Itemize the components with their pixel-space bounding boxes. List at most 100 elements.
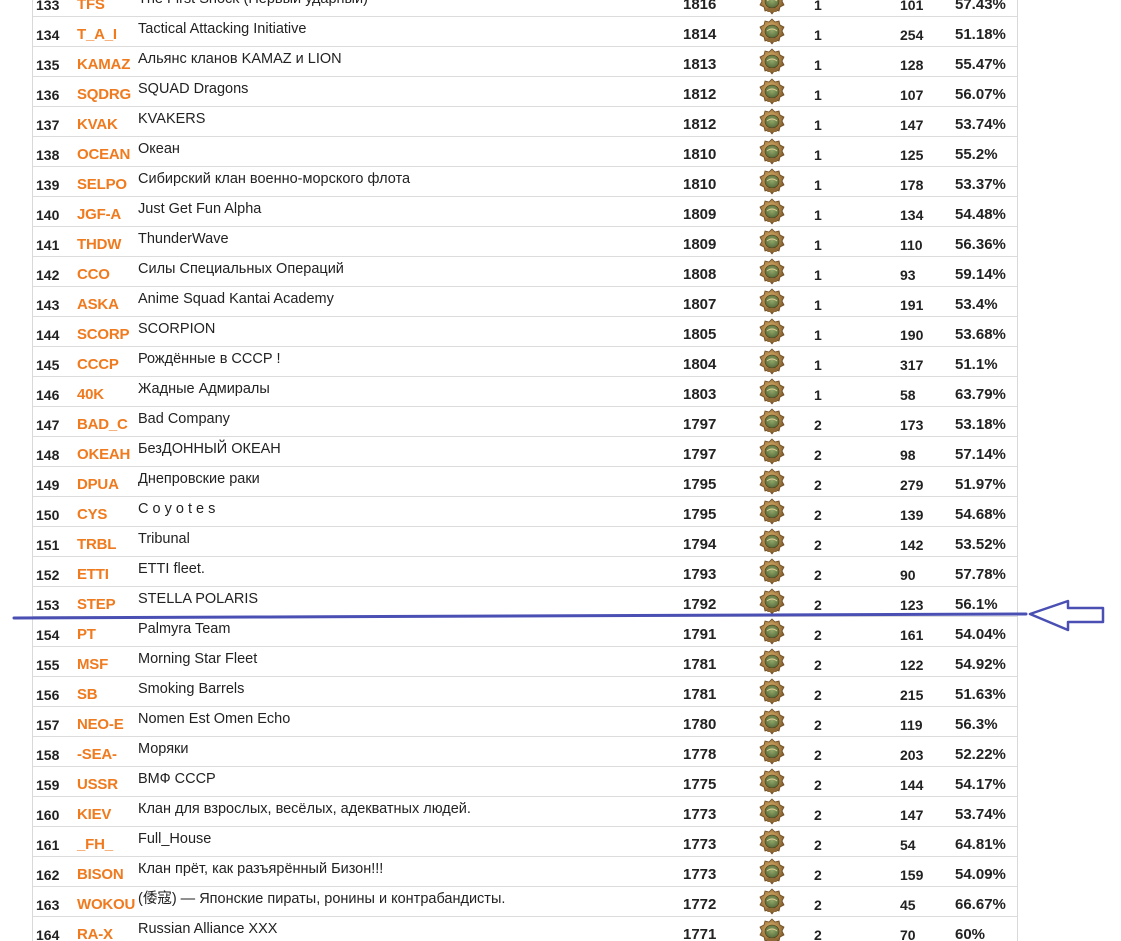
gold-league-medal-icon (759, 588, 785, 615)
cell-tag[interactable]: MSF (77, 656, 108, 674)
gold-league-medal-icon (759, 498, 785, 525)
cell-name[interactable]: Океан (138, 140, 180, 158)
cell-name[interactable]: Anime Squad Kantai Academy (138, 290, 334, 308)
cell-name[interactable]: Силы Специальных Операций (138, 260, 344, 278)
cell-tag[interactable]: CCCP (77, 356, 119, 374)
cell-name[interactable]: Smoking Barrels (138, 680, 244, 698)
cell-tag[interactable]: USSR (77, 776, 118, 794)
cell-name[interactable]: Tactical Attacking Initiative (138, 20, 306, 38)
cell-rank: 144 (36, 327, 60, 343)
cell-name[interactable]: SQUAD Dragons (138, 80, 248, 98)
cell-name[interactable]: Nomen Est Omen Echo (138, 710, 290, 728)
cell-tag[interactable]: KVAK (77, 116, 118, 134)
cell-name[interactable]: Клан для взрослых, весёлых, адекватных л… (138, 800, 471, 818)
cell-tag[interactable]: RA-X (77, 926, 113, 941)
cell-rank: 141 (36, 237, 60, 253)
cell-tag[interactable]: SQDRG (77, 86, 131, 104)
table-row: 136 SQDRG SQUAD Dragons 1812 1 107 56.07% (33, 77, 1017, 107)
cell-tag[interactable]: OCEAN (77, 146, 130, 164)
table-row: 144 SCORP SCORPION 1805 1 190 53.68% (33, 317, 1017, 347)
cell-tag[interactable]: CCO (77, 266, 110, 284)
cell-tag[interactable]: KAMAZ (77, 56, 130, 74)
cell-name[interactable]: (倭寇) — Японские пираты, ронины и контраб… (138, 890, 505, 908)
cell-name[interactable]: The First Shock (Первый ударный) (138, 0, 368, 8)
gold-league-medal-icon (759, 408, 785, 435)
cell-name[interactable]: STELLA POLARIS (138, 590, 258, 608)
cell-league: 2 (814, 717, 822, 733)
cell-rating: 1807 (683, 296, 717, 313)
cell-name[interactable]: ThunderWave (138, 230, 229, 248)
cell-rating: 1778 (683, 746, 717, 763)
cell-name[interactable]: SCORPION (138, 320, 215, 338)
cell-winrate: 57.14% (955, 446, 1006, 463)
cell-league: 2 (814, 537, 822, 553)
cell-name[interactable]: Рождённые в СССР ! (138, 350, 281, 368)
cell-rating: 1773 (683, 866, 717, 883)
cell-tag[interactable]: ASKA (77, 296, 119, 314)
cell-name[interactable]: Tribunal (138, 530, 190, 548)
cell-winrate: 54.04% (955, 626, 1006, 643)
cell-name[interactable]: Клан прёт, как разъярённый Бизон!!! (138, 860, 383, 878)
cell-rank: 163 (36, 897, 60, 913)
cell-tag[interactable]: PT (77, 626, 96, 644)
cell-rank: 148 (36, 447, 60, 463)
gold-league-medal-icon (759, 438, 785, 465)
cell-battles: 93 (900, 267, 916, 283)
cell-tag[interactable]: THDW (77, 236, 121, 254)
cell-tag[interactable]: BAD_C (77, 416, 128, 434)
cell-tag[interactable]: WOKOU (77, 896, 135, 914)
cell-tag[interactable]: TRBL (77, 536, 116, 554)
table-row: 141 THDW ThunderWave 1809 1 110 56.36% (33, 227, 1017, 257)
cell-tag[interactable]: NEO-E (77, 716, 124, 734)
cell-rank: 154 (36, 627, 60, 643)
cell-rank: 149 (36, 477, 60, 493)
cell-winrate: 64.81% (955, 836, 1006, 853)
cell-tag[interactable]: ETTI (77, 566, 109, 584)
cell-rating: 1809 (683, 206, 717, 223)
cell-name[interactable]: Full_House (138, 830, 211, 848)
gold-league-medal-icon (759, 858, 785, 885)
cell-name[interactable]: Russian Alliance XXX (138, 920, 277, 938)
cell-tag[interactable]: _FH_ (77, 836, 113, 854)
cell-tag[interactable]: STEP (77, 596, 116, 614)
table-row: 146 40K Жадные Адмиралы 1803 1 58 63.79% (33, 377, 1017, 407)
cell-tag[interactable]: 40K (77, 386, 104, 404)
cell-name[interactable]: ВМФ СССР (138, 770, 216, 788)
table-row: 145 CCCP Рождённые в СССР ! 1804 1 317 51.1% (33, 347, 1017, 377)
cell-league: 2 (814, 417, 822, 433)
cell-name[interactable]: C o y o t e s (138, 500, 215, 518)
cell-name[interactable]: Моряки (138, 740, 189, 758)
annotation-arrow-icon (1028, 599, 1105, 632)
cell-name[interactable]: Альянс кланов KAMAZ и LION (138, 50, 342, 68)
cell-tag[interactable]: KIEV (77, 806, 111, 824)
cell-tag[interactable]: BISON (77, 866, 124, 884)
cell-name[interactable]: ETTI fleet. (138, 560, 205, 578)
cell-winrate: 56.07% (955, 86, 1006, 103)
cell-tag[interactable]: SCORP (77, 326, 130, 344)
cell-tag[interactable]: DPUA (77, 476, 119, 494)
cell-rank: 136 (36, 87, 60, 103)
cell-league: 1 (814, 327, 822, 343)
cell-league: 2 (814, 867, 822, 883)
cell-name[interactable]: Сибирский клан военно-морского флота (138, 170, 410, 188)
cell-tag[interactable]: SELPO (77, 176, 127, 194)
cell-name[interactable]: Жадные Адмиралы (138, 380, 270, 398)
cell-tag[interactable]: JGF-A (77, 206, 121, 224)
cell-name[interactable]: Just Get Fun Alpha (138, 200, 261, 218)
cell-tag[interactable]: CYS (77, 506, 107, 524)
cell-rating: 1775 (683, 776, 717, 793)
cell-tag[interactable]: TFS (77, 0, 105, 14)
cell-tag[interactable]: OKEAH (77, 446, 130, 464)
cell-tag[interactable]: T_A_I (77, 26, 117, 44)
cell-name[interactable]: Palmyra Team (138, 620, 230, 638)
table-row: 157 NEO-E Nomen Est Omen Echo 1780 2 119 56.3% (33, 707, 1017, 737)
cell-winrate: 53.74% (955, 116, 1006, 133)
cell-name[interactable]: KVAKERS (138, 110, 205, 128)
cell-tag[interactable]: SB (77, 686, 98, 704)
cell-name[interactable]: Bad Company (138, 410, 230, 428)
cell-name[interactable]: БезДОННЫЙ ОКЕАН (138, 440, 281, 458)
cell-name[interactable]: Днепровские раки (138, 470, 260, 488)
cell-tag[interactable]: -SEA- (77, 746, 117, 764)
gold-league-medal-icon (759, 918, 785, 941)
cell-name[interactable]: Morning Star Fleet (138, 650, 257, 668)
